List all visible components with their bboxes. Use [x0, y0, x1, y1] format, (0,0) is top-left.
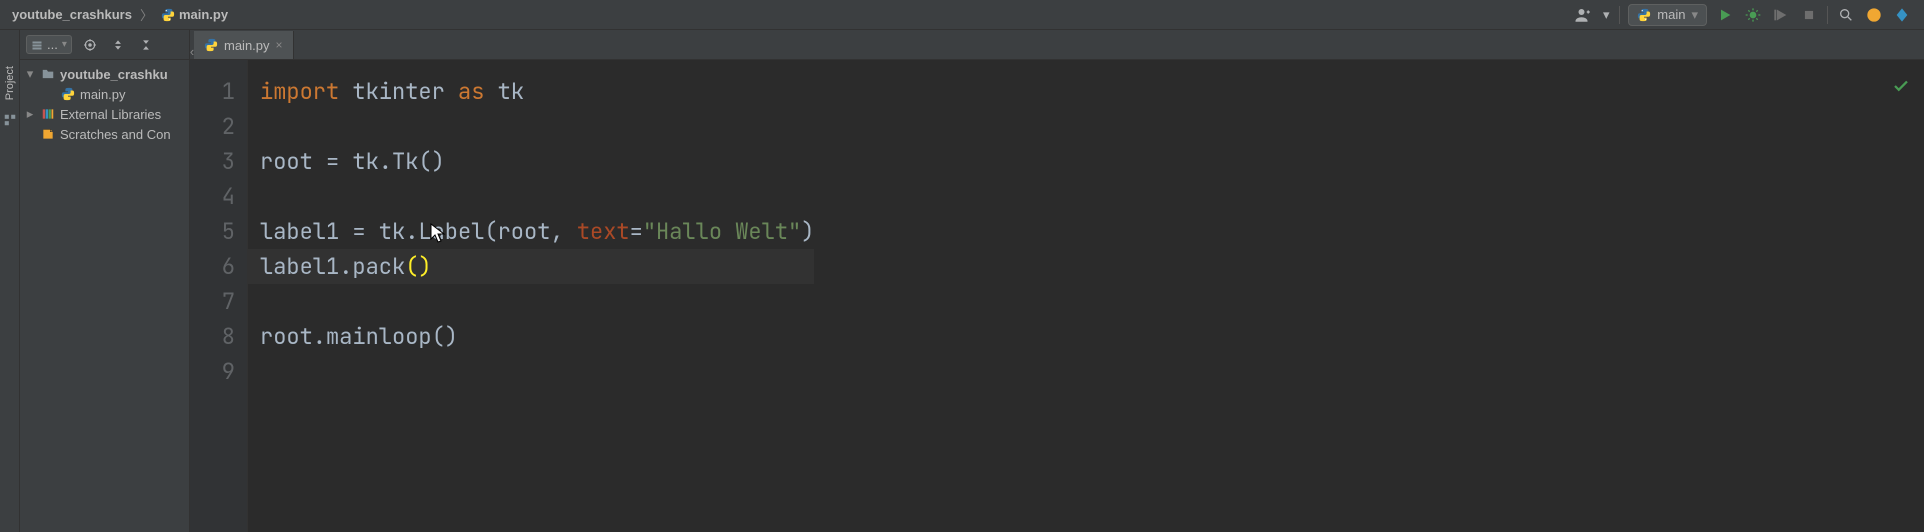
code-line-4[interactable] — [260, 179, 814, 214]
tree-file-label: main.py — [80, 87, 126, 102]
alias: tk — [484, 77, 524, 106]
search-icon[interactable] — [1836, 5, 1856, 25]
navbar-right: ▾ main ▾ — [1573, 4, 1924, 26]
structure-tool-icon[interactable] — [2, 112, 18, 128]
python-file-icon — [161, 8, 175, 22]
keyword: import — [260, 77, 339, 106]
toolbar-divider — [1827, 6, 1828, 24]
matched-paren: ) — [418, 252, 431, 281]
code-line-5[interactable]: label1 = tk.Label(root, text="Hallo Welt… — [260, 214, 814, 249]
code-line-6[interactable]: label1.pack() — [260, 249, 814, 284]
module: tkinter — [339, 77, 458, 106]
editor-tab-label: main.py — [224, 38, 270, 53]
chevron-right-icon[interactable]: ▸ — [24, 106, 36, 122]
expand-all-icon[interactable] — [108, 35, 128, 55]
line-number: 6 — [190, 249, 235, 284]
line-number: 7 — [190, 284, 235, 319]
param-name: text — [577, 217, 630, 246]
add-user-icon[interactable] — [1573, 5, 1593, 25]
code-text: = — [630, 217, 643, 246]
editor-tab-bar: ‹ main.py × — [190, 30, 1924, 60]
tree-scratches-label: Scratches and Con — [60, 127, 171, 142]
project-view-selector[interactable]: ... ▾ — [26, 35, 72, 54]
project-tool-tab[interactable]: Project — [2, 60, 18, 106]
string-literal: "Hallo Welt" — [643, 217, 801, 246]
line-gutter: 1 2 3 4 5 6 7 8 9 — [190, 60, 248, 532]
stop-icon[interactable] — [1799, 5, 1819, 25]
tree-external-label: External Libraries — [60, 107, 161, 122]
tree-file-main[interactable]: main.py — [20, 84, 189, 104]
editor-body[interactable]: 1 2 3 4 5 6 7 8 9 import tkinter as tk r… — [190, 60, 1924, 532]
line-number: 5 — [190, 214, 235, 249]
code-text: ) — [801, 217, 814, 246]
collapse-all-icon[interactable] — [136, 35, 156, 55]
breadcrumb-project-label: youtube_crashkurs — [12, 7, 132, 22]
line-number: 3 — [190, 144, 235, 179]
code-line-2[interactable] — [260, 109, 814, 144]
keyword: as — [458, 77, 484, 106]
breadcrumb-separator: 〉 — [140, 5, 153, 24]
code-text: label1 = tk.Label(root — [260, 217, 550, 246]
project-tree[interactable]: ▾ youtube_crashku main.py ▸ External Lib… — [20, 60, 189, 148]
scratches-icon — [40, 126, 56, 142]
line-number: 4 — [190, 179, 235, 214]
project-toolbar: ... ▾ — [20, 30, 189, 60]
inspection-ok-icon[interactable] — [1892, 70, 1910, 105]
python-file-icon — [204, 38, 218, 52]
code-text: , — [550, 217, 576, 246]
code-line-7[interactable] — [260, 284, 814, 319]
breadcrumb-project[interactable]: youtube_crashkurs — [12, 7, 132, 22]
code-with-me-icon[interactable] — [1892, 5, 1912, 25]
library-icon — [40, 106, 56, 122]
run-config-label: main — [1657, 7, 1685, 22]
breadcrumbs: youtube_crashkurs 〉 main.py — [0, 5, 228, 24]
debug-icon[interactable] — [1743, 5, 1763, 25]
tree-root-folder[interactable]: ▾ youtube_crashku — [20, 64, 189, 84]
line-number: 8 — [190, 319, 235, 354]
code-text: root.mainloop() — [260, 322, 458, 351]
editor-tab-main[interactable]: main.py × — [194, 31, 294, 59]
breadcrumb-file-label: main.py — [179, 7, 228, 22]
code-line-1[interactable]: import tkinter as tk — [260, 74, 814, 109]
dropdown-caret-icon[interactable]: ▾ — [1601, 5, 1611, 25]
code-text: root = tk.Tk() — [260, 147, 445, 176]
left-tool-gutter: Project — [0, 30, 20, 532]
locate-icon[interactable] — [80, 35, 100, 55]
run-config-selector[interactable]: main ▾ — [1628, 4, 1707, 26]
folder-icon — [40, 66, 56, 82]
chevron-down-icon: ▾ — [1691, 7, 1698, 23]
project-panel: ... ▾ ▾ youtube_crashku — [20, 30, 190, 532]
close-icon[interactable]: × — [276, 38, 283, 52]
line-number: 9 — [190, 354, 235, 389]
code-line-8[interactable]: root.mainloop() — [260, 319, 814, 354]
tree-external-libs[interactable]: ▸ External Libraries — [20, 104, 189, 124]
navbar: youtube_crashkurs 〉 main.py ▾ main ▾ — [0, 0, 1924, 30]
python-file-icon — [60, 86, 76, 102]
main-area: Project ... ▾ ▾ — [0, 30, 1924, 532]
ide-update-icon[interactable] — [1864, 5, 1884, 25]
project-view-label: ... — [47, 37, 58, 52]
run-icon[interactable] — [1715, 5, 1735, 25]
code-line-3[interactable]: root = tk.Tk() — [260, 144, 814, 179]
python-icon — [1637, 8, 1651, 22]
matched-paren: ( — [405, 252, 418, 281]
line-number: 2 — [190, 109, 235, 144]
code-text: label1.pack — [260, 252, 405, 281]
toolbar-divider — [1619, 6, 1620, 24]
tree-root-label: youtube_crashku — [60, 67, 168, 82]
line-number: 1 — [190, 74, 235, 109]
tree-scratches[interactable]: Scratches and Con — [20, 124, 189, 144]
breadcrumb-file[interactable]: main.py — [161, 7, 228, 22]
coverage-icon[interactable] — [1771, 5, 1791, 25]
editor-area: ‹ main.py × 1 2 3 4 5 6 7 8 9 — [190, 30, 1924, 532]
code-line-9[interactable] — [260, 354, 814, 389]
chevron-down-icon[interactable]: ▾ — [24, 66, 36, 82]
code-area[interactable]: import tkinter as tk root = tk.Tk() labe… — [248, 60, 814, 532]
chevron-down-icon: ▾ — [62, 39, 67, 50]
